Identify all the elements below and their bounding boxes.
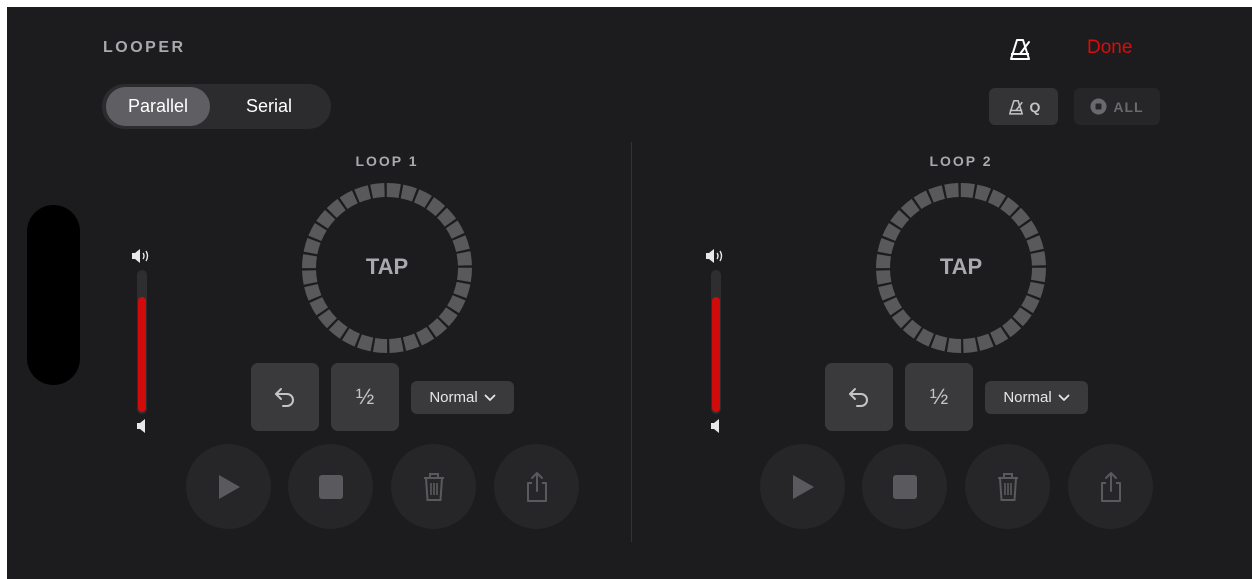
drag-handle[interactable] <box>27 205 80 385</box>
trash-icon <box>423 472 444 501</box>
tap-button[interactable]: TAP <box>299 254 475 280</box>
speed-dropdown[interactable]: Normal <box>985 381 1088 414</box>
share-button[interactable] <box>494 444 579 529</box>
loop-1-panel: LOOP 1 TAP ½ Normal <box>97 7 617 579</box>
delete-button[interactable] <box>965 444 1050 529</box>
volume-meter[interactable] <box>711 270 721 414</box>
volume-meter[interactable] <box>137 270 147 414</box>
share-button[interactable] <box>1068 444 1153 529</box>
loop-label: LOOP 2 <box>929 153 993 169</box>
speaker-high-icon <box>132 249 149 263</box>
chevron-down-icon <box>484 394 496 401</box>
delete-button[interactable] <box>391 444 476 529</box>
speaker-low-icon <box>711 419 719 433</box>
trash-icon <box>997 472 1018 501</box>
volume-level-fill <box>138 296 146 412</box>
play-icon <box>218 474 240 499</box>
stop-icon <box>318 474 343 499</box>
share-icon <box>526 471 547 502</box>
loop-label: LOOP 1 <box>355 153 419 169</box>
undo-icon <box>849 388 868 407</box>
looper-panel: LOOPER Done Parallel Serial Q ALL LOOP 1 <box>7 7 1252 579</box>
volume-level-fill <box>712 296 720 412</box>
stop-button[interactable] <box>862 444 947 529</box>
play-icon <box>792 474 814 499</box>
chevron-down-icon <box>1058 394 1070 401</box>
half-speed-button[interactable]: ½ <box>331 363 399 431</box>
undo-button[interactable] <box>825 363 893 431</box>
speaker-high-icon <box>706 249 723 263</box>
speed-dropdown[interactable]: Normal <box>411 381 514 414</box>
play-button[interactable] <box>186 444 271 529</box>
stop-button[interactable] <box>288 444 373 529</box>
tap-button[interactable]: TAP <box>873 254 1049 280</box>
speed-value: Normal <box>429 389 478 406</box>
speed-value: Normal <box>1003 389 1052 406</box>
undo-button[interactable] <box>251 363 319 431</box>
loop-2-panel: LOOP 2 TAP ½ Normal <box>671 7 1191 579</box>
half-speed-button[interactable]: ½ <box>905 363 973 431</box>
play-button[interactable] <box>760 444 845 529</box>
loop-divider <box>631 142 632 542</box>
speaker-low-icon <box>137 419 145 433</box>
share-icon <box>1100 471 1121 502</box>
undo-icon <box>275 388 294 407</box>
stop-icon <box>892 474 917 499</box>
